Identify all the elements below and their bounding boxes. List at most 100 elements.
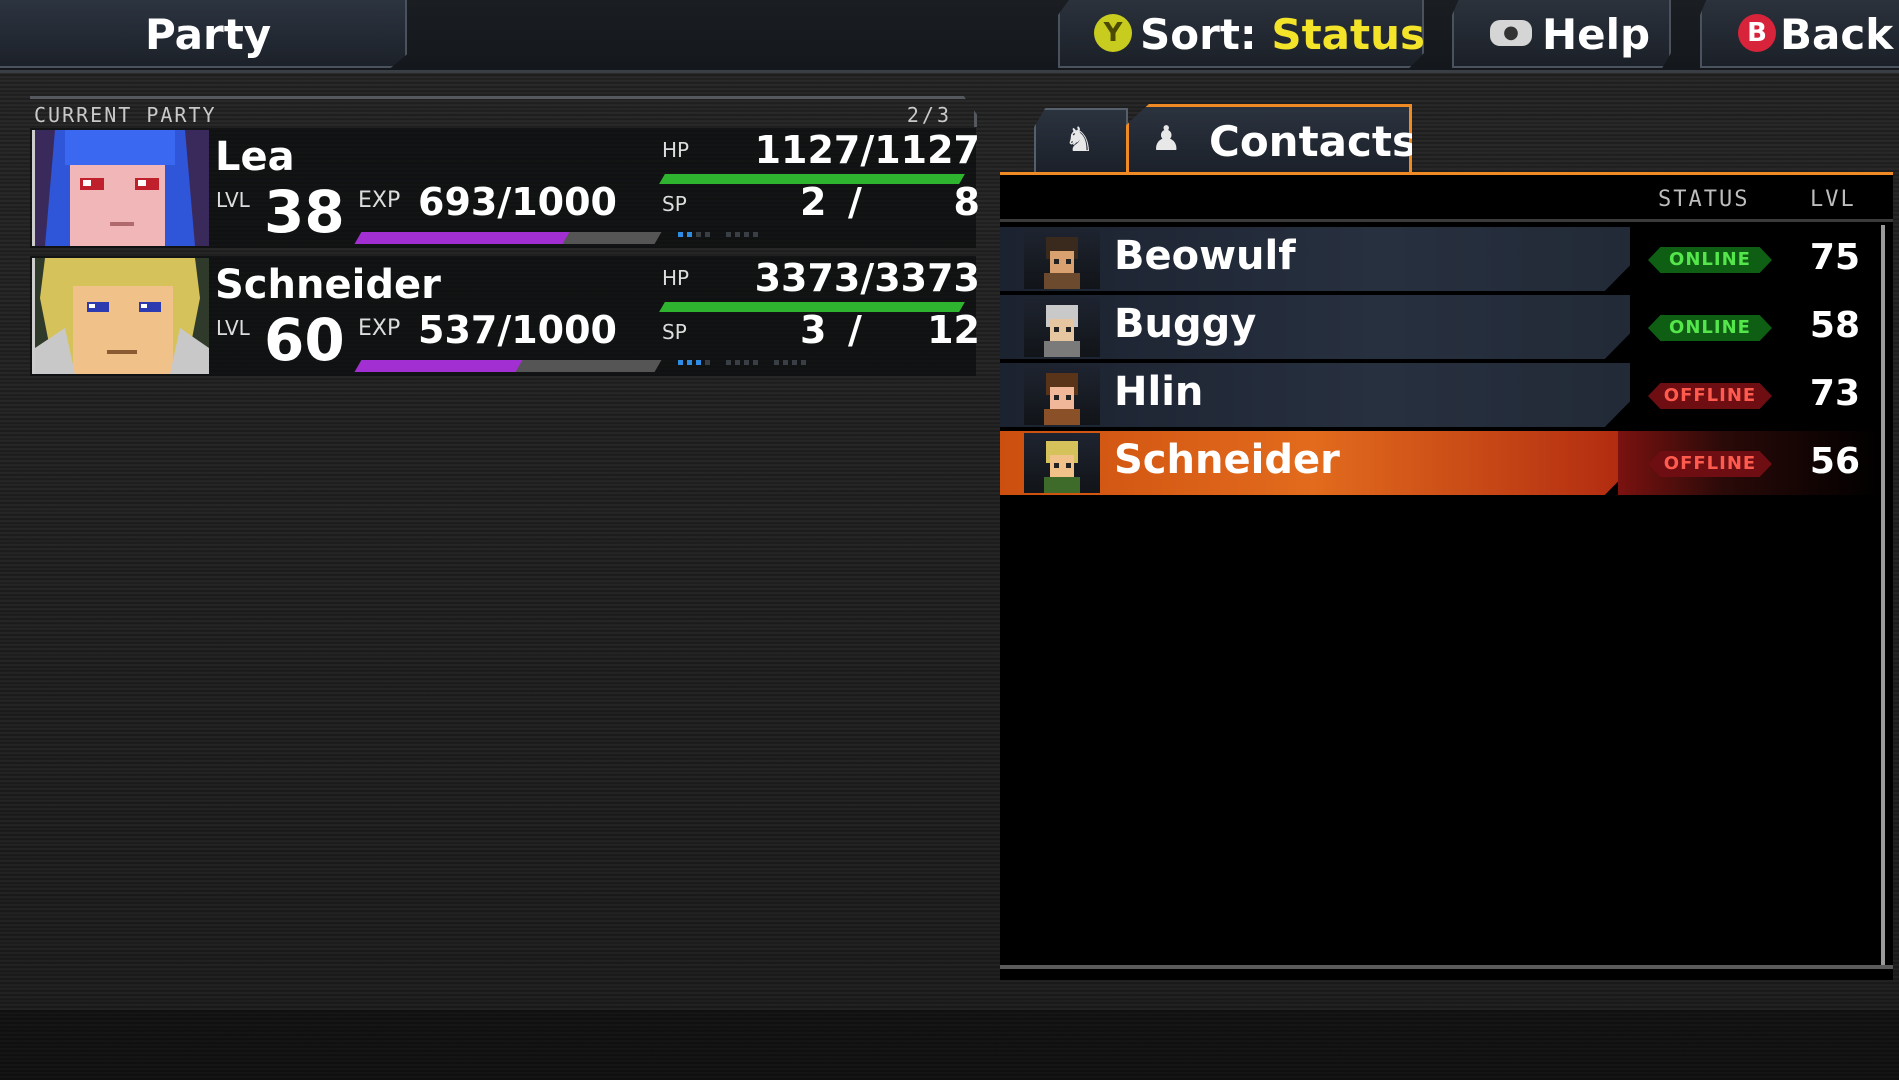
exp-bar — [354, 232, 662, 244]
exp-bar-fill — [354, 360, 523, 372]
page-title: Party — [145, 10, 272, 59]
sp-pip — [801, 360, 806, 365]
contact-avatar — [1024, 365, 1100, 425]
sp-pip — [705, 232, 710, 237]
y-button-icon: Y — [1094, 14, 1132, 52]
status-badge: OFFLINE — [1648, 383, 1772, 409]
contact-avatar-image — [1044, 305, 1080, 357]
sp-pips — [678, 232, 770, 237]
help-label: Help — [1542, 10, 1651, 59]
sp-slash: / — [848, 308, 862, 352]
schneider-portrait-image — [35, 258, 209, 374]
sp-pip — [696, 360, 701, 365]
sp-pip — [696, 232, 701, 237]
help-button[interactable]: ● Help — [1452, 0, 1671, 68]
schneider-portrait — [32, 258, 209, 374]
sp-pip — [753, 360, 758, 365]
contact-level: 56 — [1809, 441, 1860, 482]
contacts-panel: ♞ ♟ Contacts STATUS LVL Beowulf ONLINE 75 B… — [1000, 100, 1893, 980]
current-party-label: CURRENT PARTY — [34, 103, 217, 127]
column-header-status: STATUS — [1658, 187, 1750, 212]
contact-name: Hlin — [1114, 369, 1204, 415]
sp-pips — [678, 360, 818, 365]
sp-current: 2 — [800, 180, 827, 224]
member-name: Schneider — [215, 262, 441, 308]
sp-max: 8 — [953, 180, 980, 224]
level-label: LVL — [216, 188, 250, 212]
lea-portrait-image — [35, 130, 209, 246]
sp-slash: / — [848, 180, 862, 224]
contact-row[interactable]: Schneider OFFLINE 56 — [1000, 431, 1880, 495]
hp-value: 1127/1127 — [754, 128, 980, 172]
sp-pip — [687, 360, 692, 365]
contact-row[interactable]: Buggy ONLINE 58 — [1000, 295, 1880, 359]
sp-current: 3 — [800, 308, 827, 352]
sp-pip — [678, 360, 683, 365]
person-heart-icon: ♞ — [1064, 120, 1095, 160]
contact-avatar-image — [1044, 237, 1080, 289]
exp-value: 537/1000 — [418, 308, 617, 352]
b-button-icon: B — [1738, 14, 1776, 52]
contact-row[interactable]: Beowulf ONLINE 75 — [1000, 227, 1880, 291]
sp-pip — [726, 232, 731, 237]
status-badge: ONLINE — [1648, 315, 1772, 341]
contact-row[interactable]: Hlin OFFLINE 73 — [1000, 363, 1880, 427]
page-title-tab: Party — [0, 0, 407, 68]
scrollbar[interactable] — [1881, 225, 1885, 965]
contact-avatar — [1024, 229, 1100, 289]
sp-pip — [735, 360, 740, 365]
sp-pip — [678, 232, 683, 237]
exp-label: EXP — [358, 316, 401, 341]
contact-level: 73 — [1809, 373, 1860, 414]
contact-level: 75 — [1809, 237, 1860, 278]
contact-name: Buggy — [1114, 301, 1257, 347]
member-name: Lea — [215, 134, 295, 180]
party-count: 2/3 — [906, 103, 952, 127]
contacts-icon: ♟ — [1151, 119, 1182, 159]
sp-pip — [744, 232, 749, 237]
sp-max: 12 — [927, 308, 980, 352]
party-member-schneider[interactable]: Schneider LVL 60 EXP 537/1000 HP 3373/33… — [30, 256, 980, 376]
exp-value: 693/1000 — [418, 180, 617, 224]
status-badge: OFFLINE — [1648, 451, 1772, 477]
hp-label: HP — [662, 138, 690, 162]
current-party-header: CURRENT PARTY 2/3 — [30, 96, 977, 127]
contact-avatar-image — [1044, 373, 1080, 425]
sort-button[interactable]: Y Sort: Status — [1058, 0, 1424, 68]
header-divider — [1000, 219, 1893, 222]
bottom-strip — [0, 1010, 1899, 1080]
sort-value: Status — [1271, 10, 1425, 59]
back-button[interactable]: B Back — [1700, 0, 1899, 68]
hp-value: 3373/3373 — [754, 256, 980, 300]
sp-label: SP — [662, 192, 687, 216]
level-value: 60 — [264, 306, 345, 374]
sp-pip — [753, 232, 758, 237]
sp-label: SP — [662, 320, 687, 344]
exp-bar-fill — [354, 232, 570, 244]
lea-portrait — [32, 130, 209, 246]
sp-pip — [726, 360, 731, 365]
sp-pip — [783, 360, 788, 365]
sp-pip — [735, 232, 740, 237]
sp-pip — [744, 360, 749, 365]
tab-friends[interactable]: ♞ — [1034, 108, 1128, 172]
exp-bar — [354, 360, 662, 372]
sp-pip — [687, 232, 692, 237]
sp-pip — [705, 360, 710, 365]
tab-contacts[interactable]: ♟ Contacts — [1126, 104, 1412, 175]
contact-name: Schneider — [1114, 437, 1340, 483]
party-member-lea[interactable]: Lea LVL 38 EXP 693/1000 HP 1127/1127 SP … — [30, 128, 980, 248]
view-button-icon: ● — [1490, 20, 1532, 46]
contacts-list: STATUS LVL Beowulf ONLINE 75 Buggy ONLINE 58 H… — [1000, 175, 1893, 980]
status-badge: ONLINE — [1648, 247, 1772, 273]
top-bar: Party Y Sort: Status ● Help B Back — [0, 0, 1899, 73]
exp-label: EXP — [358, 188, 401, 213]
contact-avatar — [1024, 297, 1100, 357]
sp-pip — [792, 360, 797, 365]
back-label: Back — [1780, 10, 1894, 59]
current-party-panel: CURRENT PARTY 2/3 Lea LVL 38 EXP 693/100… — [30, 96, 980, 376]
level-label: LVL — [216, 316, 250, 340]
sp-pip — [774, 360, 779, 365]
contact-name: Beowulf — [1114, 233, 1296, 279]
contact-avatar-image — [1044, 441, 1080, 493]
